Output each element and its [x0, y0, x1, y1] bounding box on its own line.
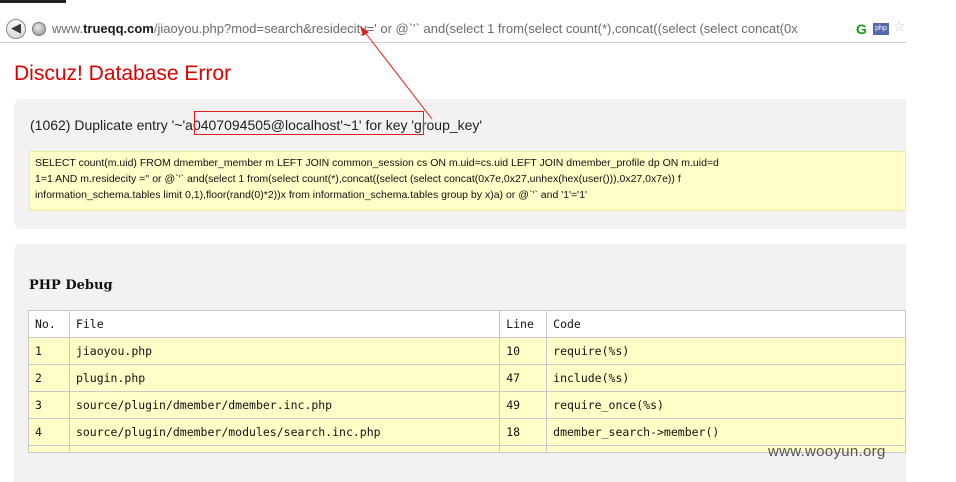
cell-file: source/plugin/dmember/modules/search.inc… [68, 418, 501, 446]
error-panel: (1062) Duplicate entry '~'a0407094505@lo… [14, 99, 906, 229]
column-header-line: Line [499, 310, 548, 338]
php-debug-title: PHP Debug [29, 278, 113, 293]
cell-no: 2 [28, 364, 70, 392]
cell-file: jiaoyou.php [68, 337, 501, 365]
cell-line: 10 [499, 337, 548, 365]
star-bookmark-icon[interactable]: ☆ [893, 19, 906, 35]
cell-empty [28, 445, 70, 453]
url-field[interactable]: www.trueqq.com/jiaoyou.php?mod=search&re… [52, 21, 842, 36]
debug-table: No. File Line Code 1 jiaoyou.php 10 requ… [28, 310, 906, 453]
google-extension-icon[interactable]: G [856, 21, 867, 37]
cell-code: include(%s) [546, 364, 906, 392]
table-row: 2 plugin.php 47 include(%s) [28, 364, 906, 392]
table-row: 3 source/plugin/dmember/dmember.inc.php … [28, 391, 906, 419]
php-extension-icon[interactable]: php [873, 23, 889, 35]
cell-code: require_once(%s) [546, 391, 906, 419]
cell-code: require(%s) [546, 337, 906, 365]
cell-empty [68, 445, 501, 453]
cell-no: 1 [28, 337, 70, 365]
watermark: www.wooyun.org [768, 443, 886, 460]
cell-file: plugin.php [68, 364, 501, 392]
browser-address-bar[interactable]: ◀ www.trueqq.com/jiaoyou.php?mod=search&… [0, 18, 906, 43]
cell-line: 47 [499, 364, 548, 392]
back-arrow-icon[interactable]: ◀ [6, 19, 26, 39]
column-header-no: No. [28, 310, 70, 338]
error-message-prefix: (1062) Duplicate entry [30, 117, 172, 133]
table-row: 4 source/plugin/dmember/modules/search.i… [28, 418, 906, 446]
cell-code: dmember_search->member() [546, 418, 906, 446]
page-globe-icon [32, 22, 46, 36]
sql-query-box: SELECT count(m.uid) FROM dmember_member … [29, 151, 906, 211]
sql-line: 1=1 AND m.residecity ='' or @`'` and(sel… [35, 173, 681, 185]
cell-no: 3 [28, 391, 70, 419]
cell-line: 18 [499, 418, 548, 446]
table-header-row: No. File Line Code [28, 310, 906, 338]
cell-line: 49 [499, 391, 548, 419]
url-domain: trueqq.com [83, 21, 154, 36]
column-header-file: File [68, 310, 501, 338]
url-path: /jiaoyou.php?mod=search&residecity=' or … [153, 21, 798, 36]
url-prefix: www. [52, 21, 84, 36]
cell-no: 4 [28, 418, 70, 446]
cell-empty [499, 445, 548, 453]
column-header-code: Code [546, 310, 906, 338]
window-top-line [0, 0, 66, 3]
cell-file: source/plugin/dmember/dmember.inc.php [68, 391, 501, 419]
error-title: Discuz! Database Error [14, 62, 232, 85]
sql-line: information_schema.tables limit 0,1),flo… [35, 189, 588, 201]
table-row: 1 jiaoyou.php 10 require(%s) [28, 337, 906, 365]
annotation-highlight-box [194, 111, 424, 135]
sql-line: SELECT count(m.uid) FROM dmember_member … [35, 157, 719, 169]
